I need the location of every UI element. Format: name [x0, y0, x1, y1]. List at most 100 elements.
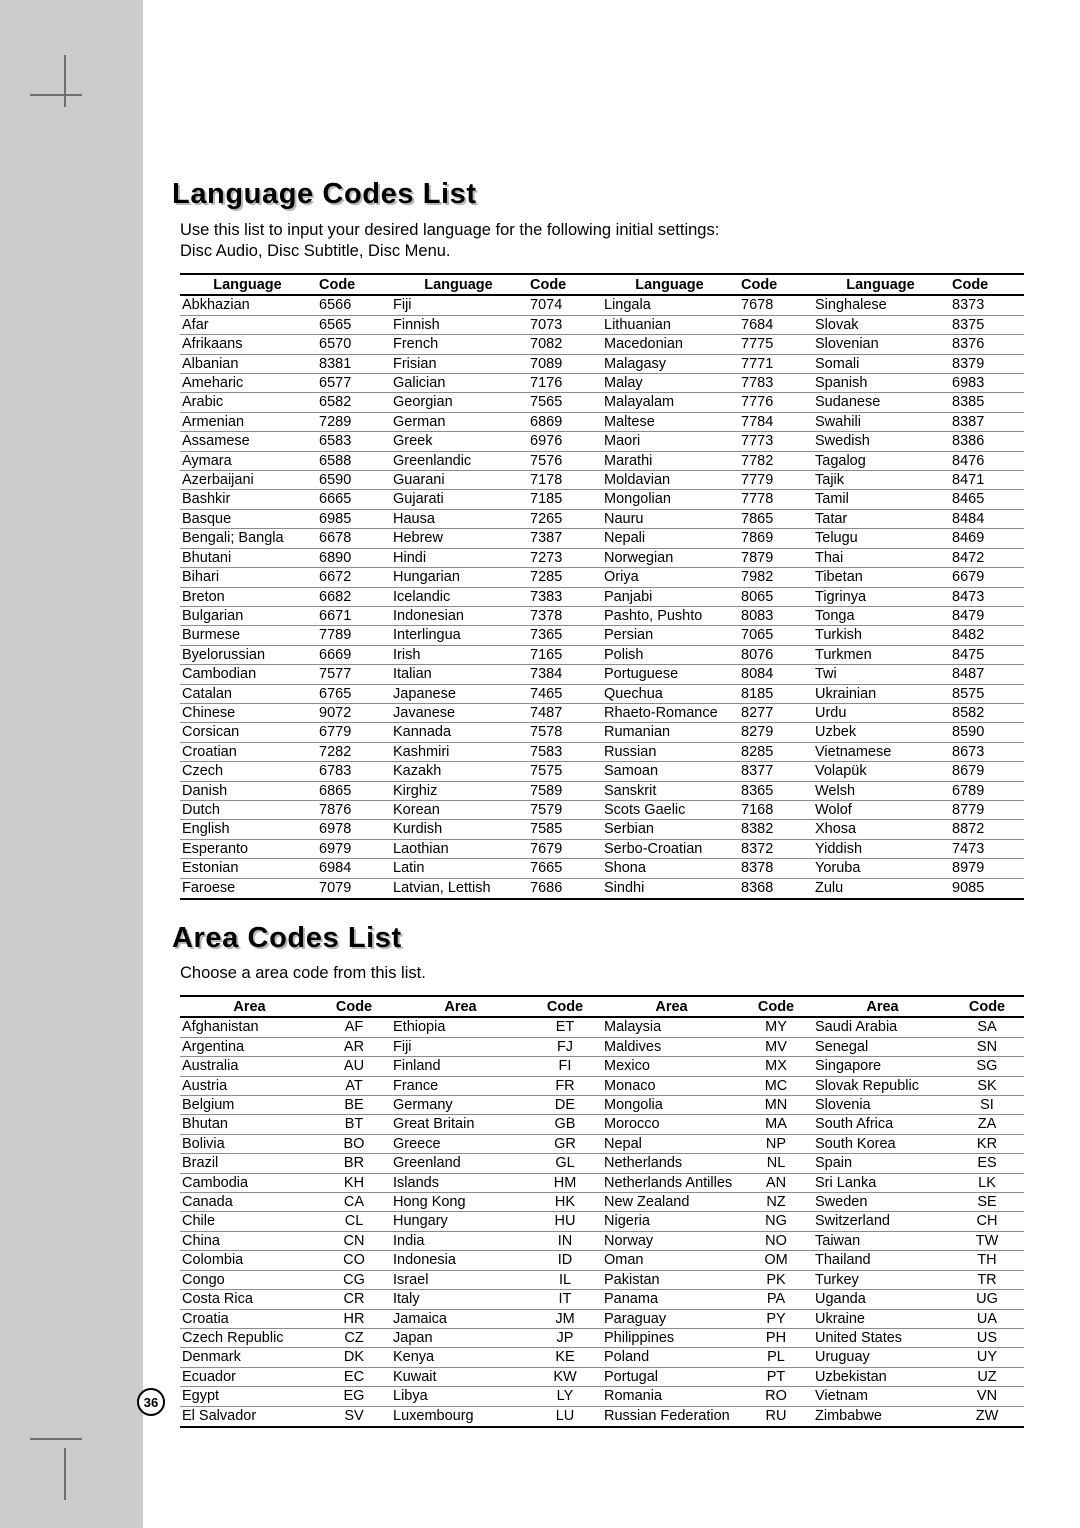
cell-code: 8379 — [946, 354, 1024, 375]
table-row: Maldives MV — [602, 1037, 813, 1058]
table-row: Afrikaans 6570 — [180, 334, 391, 355]
cell-code: 8083 — [735, 606, 813, 627]
table-row: Galician 7176 — [391, 373, 602, 394]
table-row: Telugu 8469 — [813, 528, 1024, 549]
cell-name: Croatian — [180, 742, 313, 763]
area-table-3: Area Code Malaysia MY Maldives MV Mexico MX Mo… — [602, 998, 813, 1425]
table-row: Mongolia MN — [602, 1095, 813, 1116]
table-row: Turkmen 8475 — [813, 645, 1024, 666]
cell-name: Quechua — [602, 684, 735, 704]
cell-code: 8382 — [735, 819, 813, 840]
cell-code: VN — [950, 1386, 1024, 1407]
column-header-code: Code — [528, 998, 602, 1019]
table-row: New Zealand NZ — [602, 1192, 813, 1213]
table-row: Zimbabwe ZW — [813, 1406, 1024, 1425]
table-row: Frisian 7089 — [391, 354, 602, 375]
cell-code: 8065 — [735, 587, 813, 607]
table-row: Uruguay UY — [813, 1347, 1024, 1368]
cell-name: Hong Kong — [391, 1192, 528, 1213]
cell-code: 6789 — [946, 781, 1024, 801]
cell-code: 8279 — [735, 722, 813, 743]
cell-name: Bengali; Bangla — [180, 528, 313, 549]
cell-code: 7178 — [524, 470, 602, 491]
cell-code: 7074 — [524, 295, 602, 316]
cell-name: Burmese — [180, 625, 313, 646]
cell-code: 7089 — [524, 354, 602, 375]
table-row: Thai 8472 — [813, 548, 1024, 569]
column-header-area: Area — [391, 998, 528, 1019]
cell-code: 6582 — [313, 392, 391, 413]
cell-code: 7378 — [524, 606, 602, 627]
table-row: Netherlands Antilles AN — [602, 1173, 813, 1194]
page-canvas: Language Codes List Use this list to inp… — [0, 0, 1080, 1528]
cell-name: Bolivia — [180, 1134, 317, 1155]
cell-name: Netherlands Antilles — [602, 1173, 739, 1194]
cell-code: 8381 — [313, 354, 391, 375]
cell-code: RO — [739, 1386, 813, 1407]
cell-code: 6671 — [313, 606, 391, 627]
cell-code: 7185 — [524, 489, 602, 510]
table-row: Greenland GL — [391, 1153, 602, 1174]
cell-code: 7779 — [735, 470, 813, 491]
cell-name: Great Britain — [391, 1114, 528, 1135]
table-row: Ameharic 6577 — [180, 373, 391, 394]
cell-name: Yiddish — [813, 839, 946, 860]
table-row: Arabic 6582 — [180, 392, 391, 413]
cell-code: 7776 — [735, 392, 813, 413]
table-row: Moldavian 7779 — [602, 470, 813, 491]
table-row: Slovenia SI — [813, 1095, 1024, 1116]
cell-code: 6566 — [313, 295, 391, 316]
cell-code: 7784 — [735, 412, 813, 433]
cell-name: Japanese — [391, 684, 524, 704]
crop-mark-bottom-left-horizontal — [30, 1438, 82, 1440]
table-row: Singapore SG — [813, 1056, 1024, 1077]
cell-name: Tibetan — [813, 567, 946, 588]
table-row: Netherlands NL — [602, 1153, 813, 1174]
cell-code: 8872 — [946, 819, 1024, 840]
cell-name: Finnish — [391, 315, 524, 336]
cell-code: 6570 — [313, 334, 391, 355]
cell-name: Hebrew — [391, 528, 524, 549]
table-row: Norwegian 7879 — [602, 548, 813, 569]
cell-name: South Korea — [813, 1134, 950, 1155]
cell-name: Serbian — [602, 819, 735, 840]
cell-code: 6672 — [313, 567, 391, 588]
cell-code: GR — [528, 1134, 602, 1155]
table-row: Latvian, Lettish 7686 — [391, 878, 602, 897]
table-row: Luxembourg LU — [391, 1406, 602, 1425]
cell-code: CA — [317, 1192, 391, 1213]
table-row: Congo CG — [180, 1270, 391, 1291]
cell-name: Russian Federation — [604, 1407, 730, 1424]
cell-code: MA — [739, 1114, 813, 1135]
table-row: Croatia HR — [180, 1309, 391, 1329]
cell-code: CL — [317, 1211, 391, 1232]
table-row: Lithuanian 7684 — [602, 315, 813, 336]
cell-code: BT — [317, 1114, 391, 1135]
cell-name: Bulgarian — [180, 606, 313, 627]
table-row: Ecuador EC — [180, 1367, 391, 1388]
cell-name: Nigeria — [602, 1211, 739, 1232]
cell-name: Senegal — [813, 1037, 950, 1058]
language-table-1: Language Code Abkhazian 6566 Afar 6565 Afrik… — [180, 276, 391, 897]
cell-code: AT — [317, 1076, 391, 1097]
cell-code: 9085 — [952, 879, 985, 896]
table-row: Tamil 8465 — [813, 489, 1024, 510]
cell-name: Tajik — [813, 470, 946, 491]
table-row: Taiwan TW — [813, 1231, 1024, 1252]
cell-code: KE — [528, 1347, 602, 1368]
cell-code: 7176 — [524, 373, 602, 394]
table-row: Morocco MA — [602, 1114, 813, 1135]
cell-name: Czech — [180, 761, 313, 782]
cell-name: Azerbaijani — [180, 470, 313, 491]
table-row: El Salvador SV — [180, 1406, 391, 1425]
cell-name: Norwegian — [602, 548, 735, 569]
table-header-row: Language Code — [180, 276, 391, 297]
cell-name: Yoruba — [813, 858, 946, 879]
cell-code: MC — [739, 1076, 813, 1097]
cell-name: Kurdish — [391, 819, 524, 840]
cell-code: UA — [950, 1309, 1024, 1329]
table-row: Portuguese 8084 — [602, 664, 813, 685]
cell-code: 6590 — [313, 470, 391, 491]
cell-name: Spain — [813, 1153, 950, 1174]
cell-name: India — [391, 1231, 528, 1252]
